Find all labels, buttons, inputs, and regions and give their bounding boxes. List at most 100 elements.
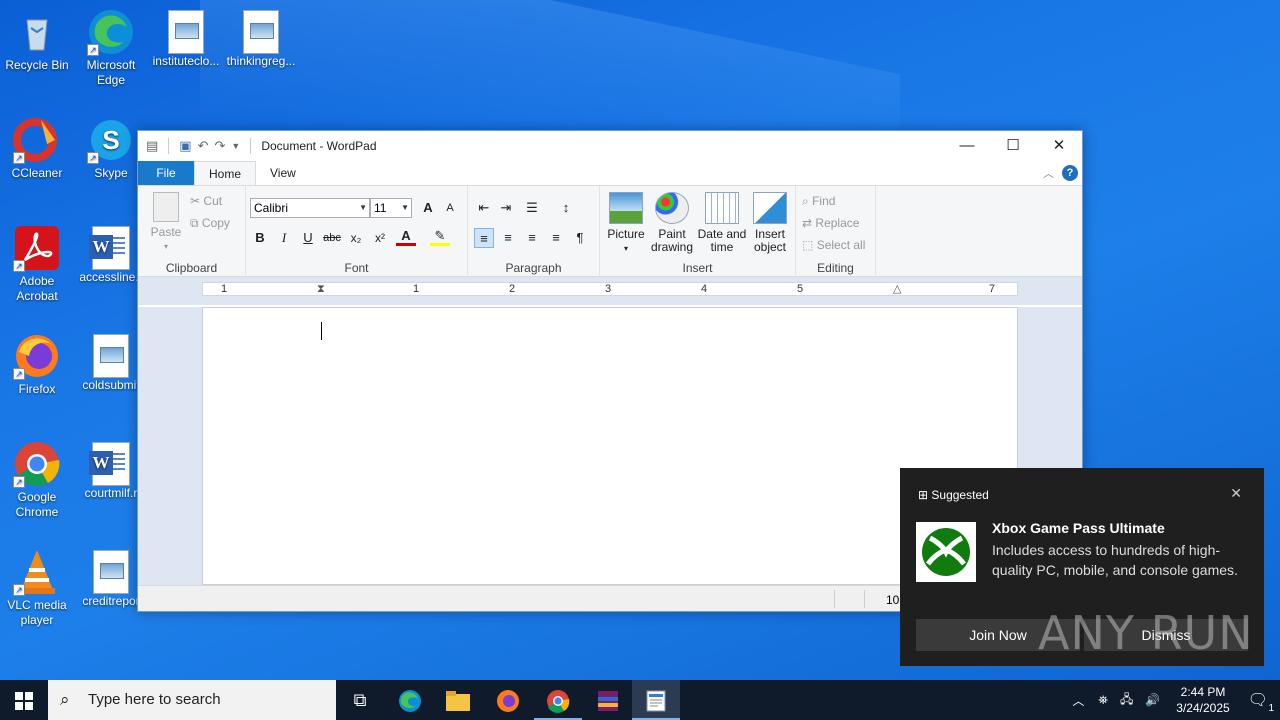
replace-button[interactable]: ⇄ Replace	[802, 216, 859, 230]
copy-button[interactable]: ⧉ Copy	[190, 216, 230, 231]
close-icon[interactable]: ✕	[1230, 485, 1242, 502]
align-right-icon[interactable]: ≡	[522, 228, 542, 248]
justify-icon[interactable]: ≡	[546, 228, 566, 248]
align-center-icon[interactable]: ≡	[498, 228, 518, 248]
recycle-bin-icon	[13, 8, 61, 56]
taskbar-firefox-icon[interactable]	[484, 680, 532, 720]
bold-button[interactable]: B	[250, 228, 270, 248]
grow-font-icon: A	[423, 200, 433, 215]
maximize-button[interactable]: ☐	[990, 131, 1036, 161]
taskbar-wordpad-icon[interactable]	[632, 680, 680, 720]
cut-button[interactable]: ✂ Cut	[190, 194, 222, 208]
group-label: Clipboard	[165, 261, 218, 275]
save-icon[interactable]: ▣	[179, 138, 191, 154]
insert-object-button[interactable]: Insert object	[748, 192, 792, 254]
right-indent-marker[interactable]: △	[893, 283, 901, 296]
minimize-button[interactable]: —	[944, 131, 990, 161]
close-button[interactable]: ✕	[1036, 131, 1082, 161]
desktop-icon-thinkingreg[interactable]: thinkingreg...	[224, 8, 298, 69]
tab-file[interactable]: File	[138, 161, 194, 185]
underline-button[interactable]: U	[298, 228, 318, 248]
ruler-number: 5	[797, 283, 804, 295]
desktop-icon-vlc[interactable]: ↗ VLC media player	[0, 548, 74, 628]
desktop-icon-chrome[interactable]: ↗ Google Chrome	[0, 440, 74, 520]
font-family-select[interactable]: Calibri ▼	[250, 198, 370, 218]
desktop-icon-acrobat[interactable]: ↗ Adobe Acrobat	[0, 224, 74, 304]
word-document-icon: W	[89, 442, 130, 486]
network-icon[interactable]: 🖧	[1120, 690, 1133, 711]
document-page[interactable]	[202, 307, 1018, 585]
image-file-icon	[93, 550, 129, 594]
subscript-button[interactable]: x₂	[346, 228, 366, 248]
desktop-icon-instituteclo[interactable]: instituteclo...	[149, 8, 223, 69]
start-button[interactable]	[0, 680, 48, 720]
shrink-font-button[interactable]: A	[440, 198, 460, 218]
taskbar-edge-icon[interactable]	[386, 680, 434, 720]
clock[interactable]: 2:44 PM 3/24/2025	[1176, 684, 1229, 716]
image-file-icon	[243, 10, 279, 54]
superscript-button[interactable]: x²	[370, 228, 390, 248]
bullets-icon[interactable]: ☰	[522, 198, 542, 218]
paragraph-settings-icon[interactable]: ¶	[570, 228, 590, 248]
ruler-bar: 1 1 2 3 4 5 7 ⧗ △	[202, 282, 1018, 296]
clock-date: 3/24/2025	[1176, 701, 1230, 715]
font-group: Calibri ▼ 11 ▼ A A B I U abc x₂ x² A ✎ Fon…	[246, 186, 468, 278]
font-size-select[interactable]: 11 ▼	[370, 198, 412, 218]
desktop-icon-label: thinkingreg...	[226, 54, 296, 68]
left-indent-marker[interactable]: ⧗	[317, 283, 325, 296]
line-spacing-icon[interactable]: ↕	[556, 198, 576, 218]
paint-drawing-button[interactable]: Paint drawing	[648, 192, 696, 254]
desktop-icon-label: Microsoft Edge	[86, 58, 136, 87]
winrar-icon[interactable]	[584, 680, 632, 720]
help-icon[interactable]: ?	[1062, 165, 1078, 181]
desktop-icon-firefox[interactable]: ↗ Firefox	[0, 332, 74, 397]
increase-indent-icon[interactable]: ⇥	[496, 198, 516, 218]
align-left-icon[interactable]: ≡	[474, 228, 494, 248]
object-label: Insert object	[753, 227, 787, 254]
undo-icon[interactable]: ↶	[198, 138, 209, 154]
volume-icon[interactable]: 🔊	[1145, 693, 1160, 707]
strikethrough-button[interactable]: abc	[322, 228, 342, 248]
select-all-button[interactable]: ⬚ Select all	[802, 238, 865, 252]
notification-center-icon[interactable]: 🗨 1	[1248, 690, 1274, 714]
customize-qat-icon[interactable]: ▼	[231, 141, 240, 151]
clock-time: 2:44 PM	[1180, 685, 1226, 699]
desktop-icon-edge[interactable]: ↗ Microsoft Edge	[74, 8, 148, 88]
group-label: Editing	[817, 261, 854, 275]
insert-picture-button[interactable]: Picture ▾	[604, 192, 648, 255]
suggested-icon: ⊞	[918, 488, 929, 502]
title-bar[interactable]: ▤ ▣ ↶ ↷ ▼ Document - WordPad — ☐ ✕	[138, 131, 1082, 161]
text-color-button[interactable]: A	[396, 228, 416, 246]
show-hidden-icons-icon[interactable]: ︿	[1072, 692, 1084, 709]
decrease-indent-icon[interactable]: ⇤	[474, 198, 494, 218]
ribbon-tabs: File Home View ︿ ?	[138, 161, 1082, 185]
chevron-down-icon: ▼	[359, 203, 367, 212]
task-view-icon[interactable]: ⧉	[336, 680, 384, 720]
tab-home[interactable]: Home	[194, 161, 257, 185]
chrome-icon: ↗	[13, 440, 61, 488]
taskbar-chrome-icon[interactable]	[534, 680, 582, 720]
window-controls: — ☐ ✕	[944, 131, 1082, 161]
ruler-number: 2	[509, 283, 516, 295]
paste-label: Paste	[150, 225, 182, 239]
tab-view[interactable]: View	[256, 161, 310, 185]
network-device-icon[interactable]: ⛯	[1098, 693, 1108, 708]
find-button[interactable]: ⌕ Find	[802, 194, 835, 209]
cut-label: Cut	[203, 194, 223, 208]
wordpad-app-icon[interactable]: ▤	[146, 138, 158, 154]
italic-button[interactable]: I	[274, 228, 294, 248]
date-time-button[interactable]: Date and time	[696, 192, 748, 254]
desktop-icon-ccleaner[interactable]: ↗ CCleaner	[0, 116, 74, 181]
file-explorer-icon[interactable]	[434, 680, 482, 720]
ribbon: Paste ▾ ✂ Cut ⧉ Copy Clipboard Calibri ▼ 1…	[138, 185, 1082, 278]
collapse-ribbon-icon[interactable]: ︿	[1043, 165, 1054, 181]
ruler[interactable]: 1 1 2 3 4 5 7 ⧗ △	[138, 277, 1082, 305]
highlight-icon[interactable]: ✎	[430, 228, 450, 246]
desktop-icon-recycle-bin[interactable]: Recycle Bin	[0, 8, 74, 73]
desktop-icon-label: Google Chrome	[15, 490, 59, 519]
paste-button[interactable]: Paste ▾	[146, 192, 186, 253]
grow-font-button[interactable]: A	[418, 198, 438, 218]
redo-icon[interactable]: ↷	[215, 138, 226, 154]
window-title: Document - WordPad	[261, 139, 377, 153]
taskbar-search[interactable]: ⌕ Type here to search	[48, 680, 336, 720]
